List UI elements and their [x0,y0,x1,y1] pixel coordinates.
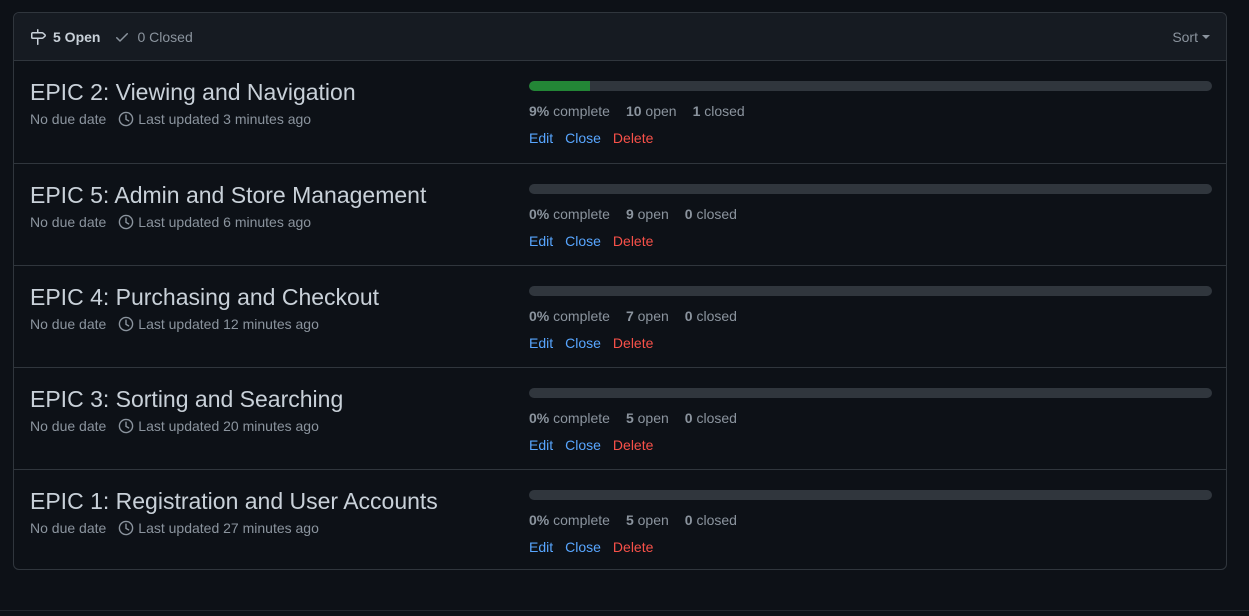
milestone-title[interactable]: EPIC 5: Admin and Store Management [30,181,426,209]
close-button[interactable]: Close [565,233,601,249]
closed-count-label: 0 Closed [137,28,193,45]
closed-issues-count: 0 closed [684,410,737,426]
clock-icon [118,111,134,127]
edit-button[interactable]: Edit [529,233,553,249]
due-date: No due date [30,316,107,332]
progress-bar [529,81,1212,91]
open-issues-count: 7 open [625,308,669,324]
edit-button[interactable]: Edit [529,130,553,146]
clock-icon [118,418,134,434]
milestone-title[interactable]: EPIC 1: Registration and User Accounts [30,487,438,515]
milestone-row: EPIC 3: Sorting and Searching No due dat… [14,367,1226,469]
percent-complete: 0% complete [529,512,610,528]
due-date: No due date [30,520,107,536]
milestones-list: 5 Open 0 Closed Sort EPIC 2: Viewing and… [13,12,1227,570]
closed-issues-count: 0 closed [684,206,737,222]
due-date: No due date [30,214,107,230]
edit-button[interactable]: Edit [529,539,553,555]
clock-icon [118,214,134,230]
clock-icon [118,316,134,332]
last-updated: Last updated 27 minutes ago [138,520,319,536]
last-updated: Last updated 20 minutes ago [138,418,319,434]
due-date: No due date [30,111,107,127]
percent-complete: 0% complete [529,308,610,324]
edit-button[interactable]: Edit [529,437,553,453]
delete-button[interactable]: Delete [613,539,653,555]
open-count-label: 5 Open [53,28,101,45]
percent-complete: 0% complete [529,410,610,426]
progress-bar [529,490,1212,500]
sort-dropdown[interactable]: Sort [1172,29,1210,45]
milestone-title[interactable]: EPIC 4: Purchasing and Checkout [30,283,379,311]
closed-issues-count: 0 closed [684,308,737,324]
milestone-row: EPIC 1: Registration and User Accounts N… [14,469,1226,569]
delete-button[interactable]: Delete [613,437,653,453]
close-button[interactable]: Close [565,539,601,555]
progress-bar [529,286,1212,296]
close-button[interactable]: Close [565,335,601,351]
closed-issues-count: 1 closed [692,103,745,119]
open-issues-count: 5 open [625,410,669,426]
progress-fill [529,81,591,91]
milestone-title[interactable]: EPIC 2: Viewing and Navigation [30,78,356,106]
last-updated: Last updated 12 minutes ago [138,316,319,332]
progress-bar [529,184,1212,194]
close-button[interactable]: Close [565,437,601,453]
closed-issues-count: 0 closed [684,512,737,528]
milestone-title[interactable]: EPIC 3: Sorting and Searching [30,385,343,413]
open-issues-count: 5 open [625,512,669,528]
edit-button[interactable]: Edit [529,335,553,351]
delete-button[interactable]: Delete [613,130,653,146]
check-icon [116,32,129,42]
close-button[interactable]: Close [565,130,601,146]
delete-button[interactable]: Delete [613,233,653,249]
page-divider [0,610,1249,611]
open-issues-count: 9 open [625,206,669,222]
chevron-down-icon [1202,34,1210,39]
milestone-icon [31,28,46,45]
progress-bar [529,388,1212,398]
last-updated: Last updated 3 minutes ago [138,111,312,127]
milestones-header: 5 Open 0 Closed Sort [14,13,1226,61]
delete-button[interactable]: Delete [613,335,653,351]
open-milestones-tab[interactable]: 5 Open [30,28,101,45]
due-date: No due date [30,418,107,434]
open-issues-count: 10 open [625,103,677,119]
milestone-row: EPIC 2: Viewing and Navigation No due da… [14,61,1226,163]
milestone-row: EPIC 4: Purchasing and Checkout No due d… [14,265,1226,367]
last-updated: Last updated 6 minutes ago [138,214,312,230]
percent-complete: 9% complete [529,103,610,119]
percent-complete: 0% complete [529,206,610,222]
sort-label: Sort [1172,28,1198,45]
milestone-row: EPIC 5: Admin and Store Management No du… [14,163,1226,265]
closed-milestones-tab[interactable]: 0 Closed [114,28,193,45]
clock-icon [118,520,134,536]
